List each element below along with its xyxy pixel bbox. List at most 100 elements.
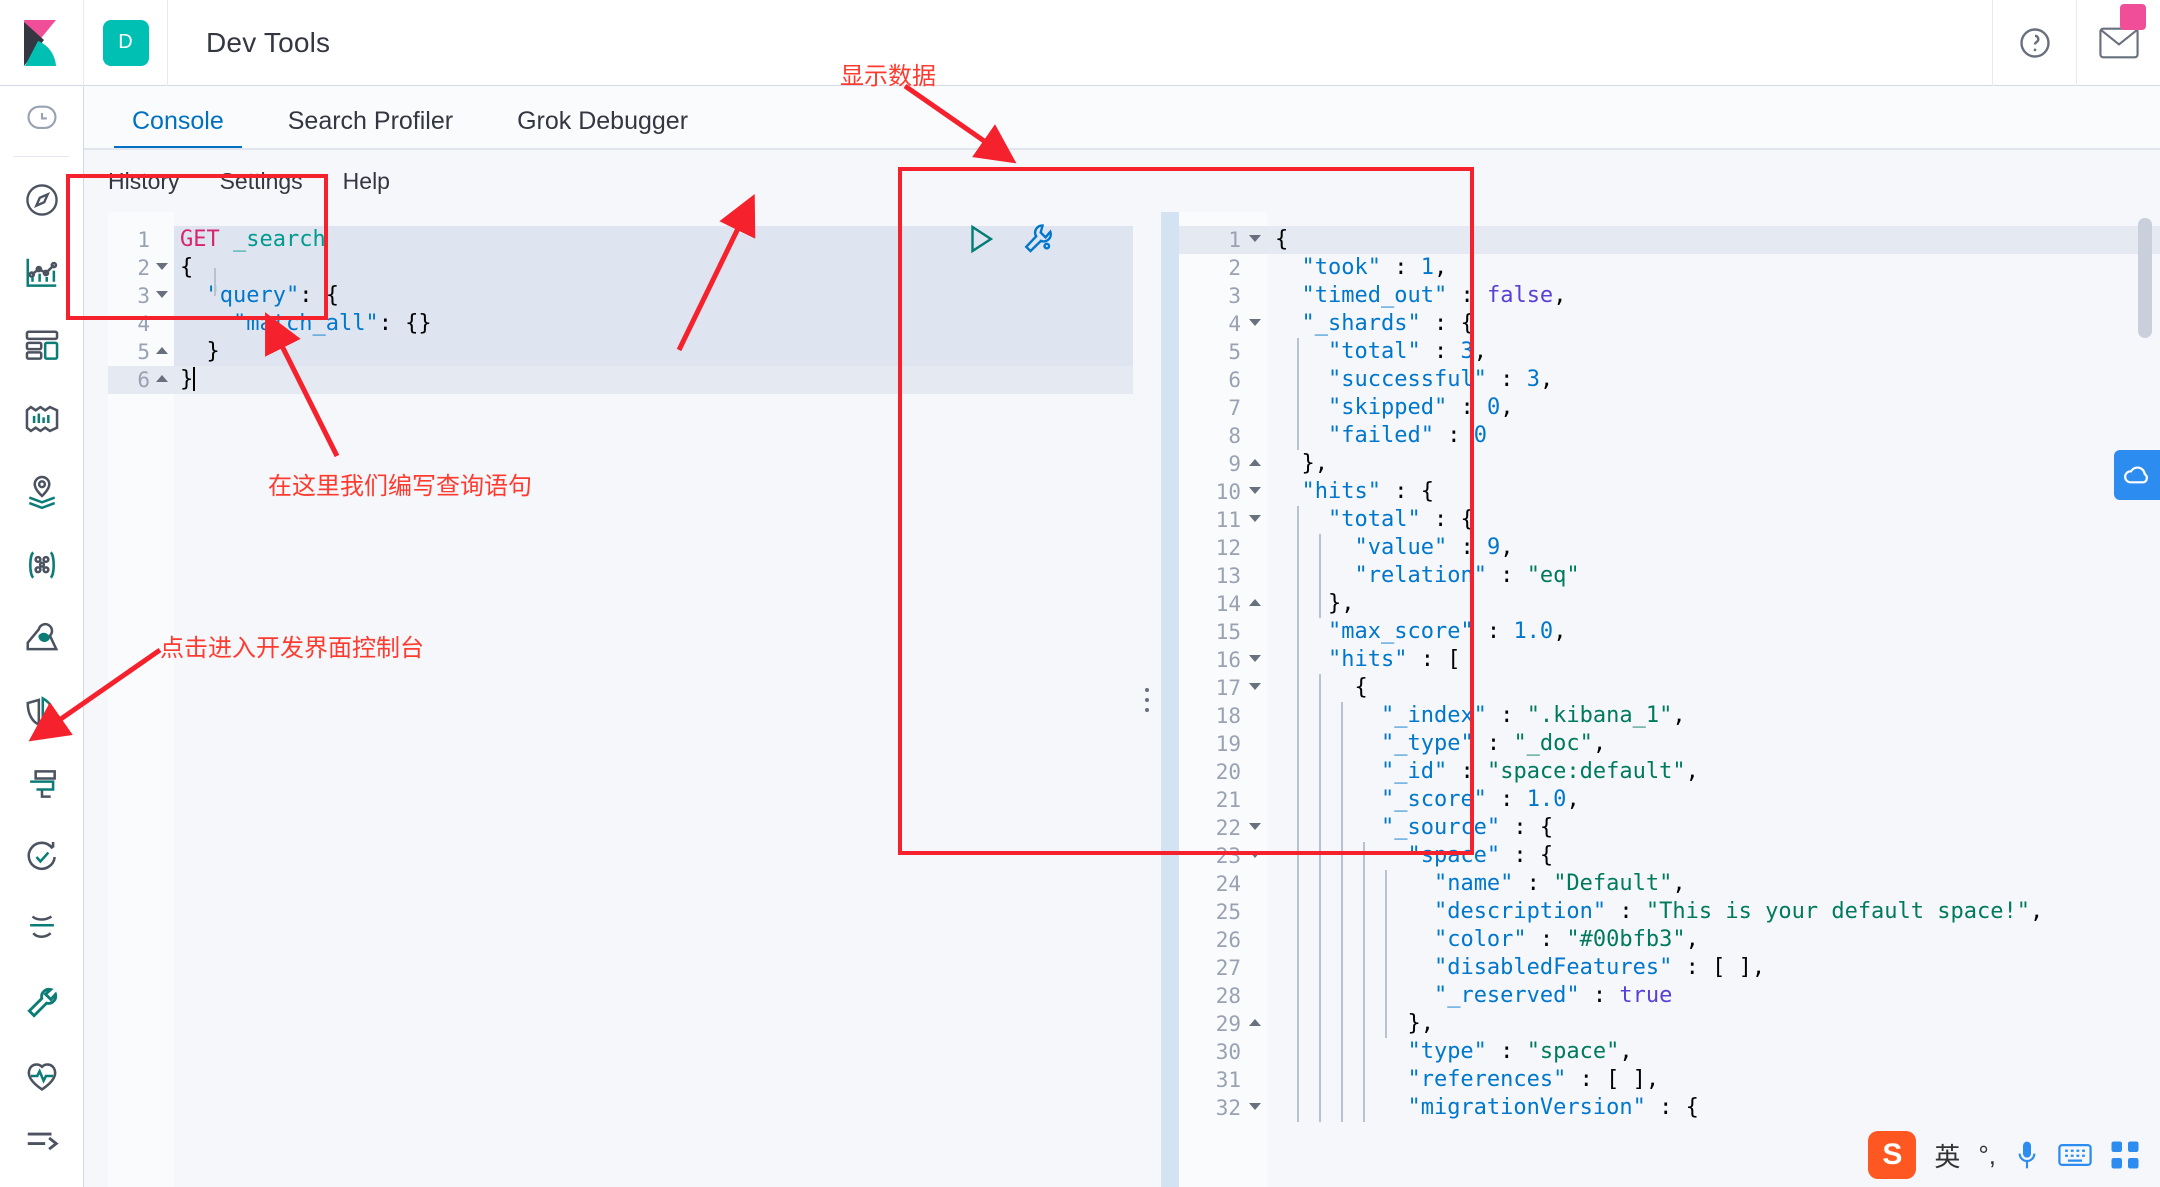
response-line-number: 10 [1179, 478, 1267, 506]
clock-icon [27, 105, 57, 129]
response-line-number: 3 [1228, 284, 1241, 308]
help-button[interactable] [1992, 0, 2076, 86]
indent-guide [1297, 506, 1299, 1122]
response-code-line: "successful" : 3, [1327, 367, 1554, 392]
response-code-area[interactable]: { "took" : 1, "timed_out" : false, "_sha… [1267, 212, 2160, 1187]
indent-guide [1341, 702, 1343, 1122]
annotation-show-data: 显示数据 [840, 63, 936, 90]
response-status-strip [1161, 212, 1179, 1187]
request-options-button[interactable] [1022, 222, 1056, 256]
response-line-number: 4 [1179, 310, 1267, 338]
response-code-line: "max_score" : 1.0, [1327, 619, 1567, 644]
sidebar-item-canvas[interactable] [0, 382, 84, 455]
response-code-line: "failed" : 0 [1327, 423, 1487, 448]
sidebar-item-dev-tools[interactable] [0, 966, 84, 1039]
sidebar-item-logs[interactable] [0, 674, 84, 747]
response-line-number: 21 [1215, 788, 1241, 812]
response-code-line: { [1275, 675, 1368, 700]
response-line-number: 13 [1215, 564, 1241, 588]
editor-line-number: 2 [108, 254, 174, 282]
cloud-icon [2124, 466, 2148, 484]
sidebar-item-maps[interactable] [0, 455, 84, 528]
kibana-logo-icon [23, 19, 56, 66]
cloud-tab-button[interactable] [2114, 450, 2160, 500]
response-line-number: 31 [1215, 1068, 1241, 1092]
space-initial: D [102, 19, 149, 66]
response-code-line: "type" : "space", [1407, 1039, 1633, 1064]
notification-badge [2120, 3, 2146, 30]
indent-guide [1319, 534, 1321, 618]
notifications-button[interactable] [2076, 0, 2160, 86]
response-scrollbar-track[interactable] [2138, 212, 2156, 1187]
ime-microphone-button[interactable] [2014, 1139, 2040, 1171]
response-line-number: 24 [1215, 872, 1241, 896]
ime-language-label[interactable]: 英 [1934, 1137, 1960, 1174]
kibana-logo-button[interactable] [0, 0, 84, 86]
request-editor[interactable]: 123456 GET _search{ "query": { "match_al… [108, 212, 1133, 1187]
response-line-number: 9 [1179, 450, 1267, 478]
response-code-line: "total" : 3, [1327, 339, 1487, 364]
ime-apps-button[interactable] [2110, 1140, 2140, 1170]
response-code-line: "references" : [ ], [1407, 1067, 1660, 1092]
response-code-line: }, [1275, 451, 1328, 476]
sidebar-item-uptime[interactable] [0, 820, 84, 893]
indent-guide [1363, 842, 1365, 1122]
menu-settings[interactable]: Settings [220, 168, 303, 195]
editor-action-buttons [964, 222, 1056, 256]
console-pane: History Settings Help 123456 GET _search… [84, 150, 2160, 1187]
response-line-number: 1 [1179, 226, 1267, 254]
response-line-number: 25 [1215, 900, 1241, 924]
response-code-line: "hits" : { [1301, 479, 1434, 504]
indent-guide [1297, 338, 1299, 450]
ime-punctuation-label[interactable]: °, [1978, 1140, 1996, 1171]
sidebar-item-discover[interactable] [0, 163, 84, 236]
sidebar-item-visualize[interactable] [0, 236, 84, 309]
response-line-number: 14 [1179, 590, 1267, 618]
response-scrollbar-thumb[interactable] [2138, 218, 2152, 338]
sidebar-item-apm[interactable] [0, 747, 84, 820]
response-line-number: 11 [1179, 506, 1267, 534]
tab-search-profiler[interactable]: Search Profiler [270, 107, 471, 150]
response-line-number: 26 [1215, 928, 1241, 952]
sogou-ime-logo-icon[interactable]: S [1868, 1131, 1917, 1179]
space-avatar-button[interactable]: D [84, 0, 168, 86]
response-viewer[interactable]: 1 2 3 4 5 6 7 8 9 10 11 12 13 14 15 16 17 18 19 20 21 22 23 24 2… [1161, 212, 2160, 1187]
response-line-number: 19 [1215, 732, 1241, 756]
mail-icon [2098, 27, 2139, 58]
tab-console[interactable]: Console [114, 107, 242, 150]
response-code-line: "color" : "#00bfb3", [1433, 927, 1699, 952]
menu-history[interactable]: History [108, 168, 180, 195]
uptime-check-icon [27, 841, 56, 870]
pane-splitter[interactable] [1133, 212, 1161, 1187]
response-code-line: }, [1275, 1011, 1434, 1036]
tab-grok-debugger[interactable]: Grok Debugger [499, 107, 706, 150]
response-line-number: 8 [1228, 424, 1241, 448]
editor-code-area[interactable]: GET _search{ "query": { "match_all": {} … [174, 212, 1133, 1187]
sidebar-item-siem[interactable] [0, 893, 84, 966]
sidebar-item-recently-viewed[interactable] [0, 86, 84, 150]
menu-help[interactable]: Help [343, 168, 390, 195]
help-circle-icon [2019, 27, 2050, 58]
canvas-icon [25, 405, 59, 432]
response-code-line: "timed_out" : false, [1301, 283, 1567, 308]
sidebar-item-dashboard[interactable] [0, 309, 84, 382]
sidebar-item-monitoring[interactable] [0, 1039, 84, 1112]
response-line-number: 23 [1179, 842, 1267, 870]
response-code-line: "_shards" : { [1301, 311, 1474, 336]
run-request-button[interactable] [964, 222, 998, 256]
response-line-number: 22 [1179, 814, 1267, 842]
response-line-number: 29 [1179, 1010, 1267, 1038]
sidebar-item-management[interactable] [0, 1105, 84, 1179]
apm-icon [30, 769, 56, 798]
response-code-line: "relation" : "eq" [1354, 563, 1580, 588]
response-line-number: 20 [1215, 760, 1241, 784]
ime-keyboard-button[interactable] [2058, 1142, 2092, 1168]
response-code-line: "total" : { [1327, 507, 1474, 532]
siem-icon [30, 914, 54, 938]
response-code-line: { [1267, 226, 2160, 254]
response-code-line: "_reserved" : true [1433, 983, 1673, 1008]
sidebar-item-infrastructure[interactable] [0, 601, 84, 674]
editor-code-line: } [174, 366, 1133, 394]
left-nav-rail [0, 86, 84, 1187]
sidebar-item-machine-learning[interactable] [0, 528, 84, 601]
